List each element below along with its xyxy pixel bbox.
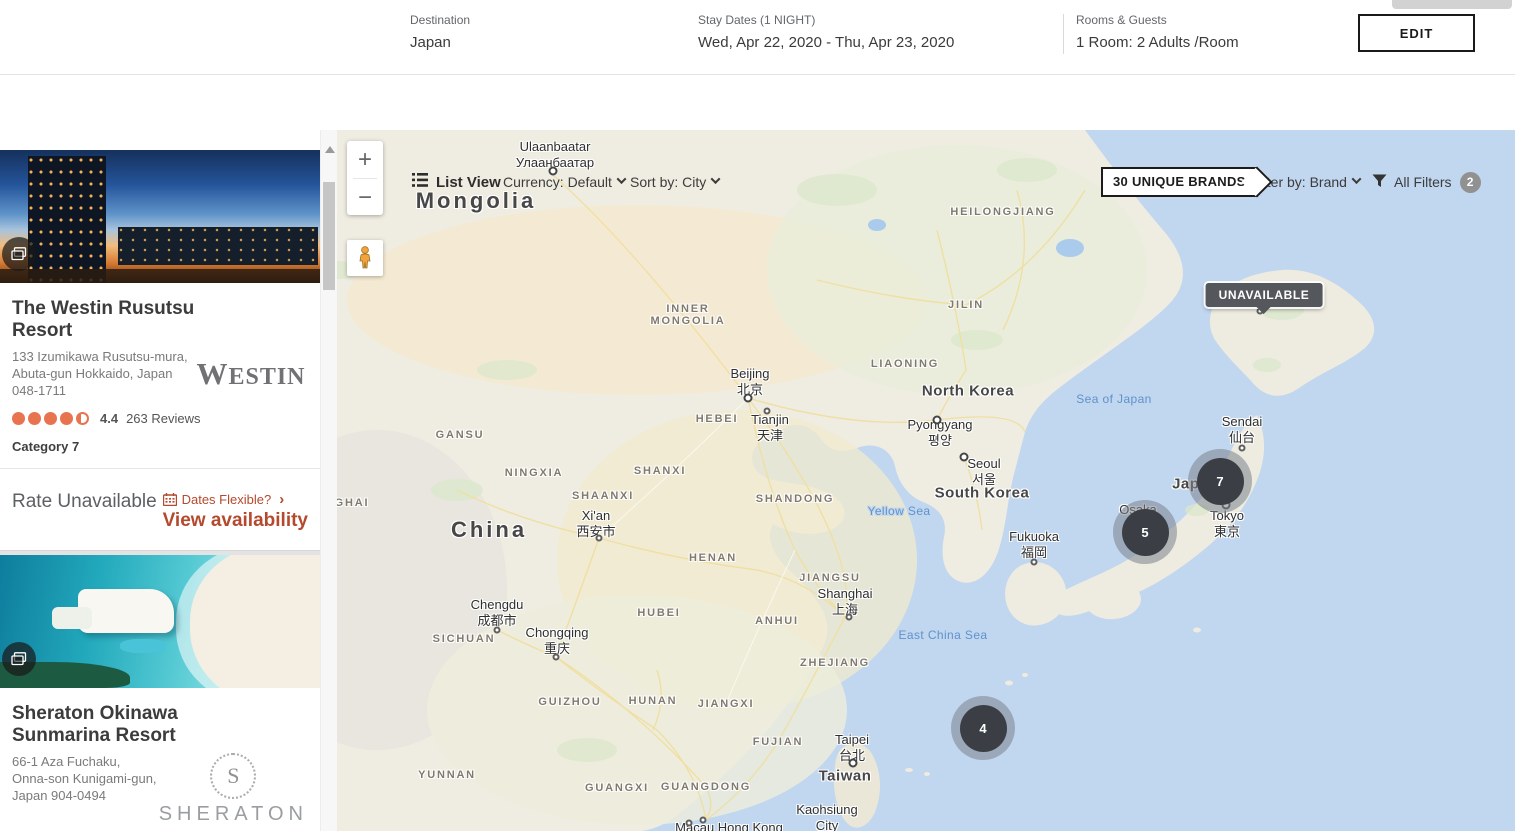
map-city-marker <box>744 394 753 403</box>
sheraton-emblem-icon: S <box>210 753 256 799</box>
zoom-in-button[interactable]: + <box>347 141 383 178</box>
photo-building <box>28 156 106 283</box>
cluster-count: 5 <box>1122 509 1169 556</box>
map-city-marker <box>700 817 707 824</box>
destination-value: Japan <box>410 34 470 51</box>
view-availability-link[interactable]: View availability <box>163 510 308 532</box>
sidebar-scrollbar[interactable] <box>320 130 337 831</box>
hotel-category: Category 7 <box>12 439 308 468</box>
rooms-guests-label: Rooms & Guests <box>1076 13 1239 27</box>
chevron-down-icon <box>1351 174 1361 184</box>
map-cluster-marker[interactable]: 5 <box>1113 500 1177 564</box>
active-filters-count-badge: 2 <box>1460 172 1481 193</box>
hotel-photo[interactable] <box>0 150 320 283</box>
destination-field: Destination Japan <box>410 13 470 51</box>
destination-label: Destination <box>410 13 470 27</box>
street-view-pegman-button[interactable] <box>347 240 383 276</box>
filter-funnel-icon <box>1372 174 1387 191</box>
rate-section: Rate Unavailable Dates Flexible? › View … <box>0 469 320 550</box>
photo-gallery-button[interactable] <box>2 237 36 271</box>
rating-value: 4.4 <box>100 411 118 426</box>
chevron-down-icon <box>711 174 721 184</box>
sheraton-wordmark: SHERATON <box>159 803 308 826</box>
results-toolbar: List View Currency: Default Sort by: Cit… <box>0 75 1515 130</box>
list-view-label: List View <box>436 174 501 191</box>
hotel-card-sheraton: Sheraton Okinawa Sunmarina Resort 66-1 A… <box>0 555 320 831</box>
scrollbar-thumb[interactable] <box>323 182 335 290</box>
photo-foreground <box>0 269 320 283</box>
rating-bubble <box>28 412 41 425</box>
map-city-marker <box>1031 559 1038 566</box>
cluster-count: 7 <box>1197 458 1244 505</box>
hotel-name[interactable]: Sheraton Okinawa Sunmarina Resort <box>12 703 242 747</box>
dates-flexible-link[interactable]: Dates Flexible? › <box>163 491 308 508</box>
stay-dates-field: Stay Dates (1 NIGHT) Wed, Apr 22, 2020 -… <box>698 13 954 51</box>
chevron-down-icon <box>616 174 626 184</box>
hotel-card-westin: The Westin Rusutsu Resort 133 Izumikawa … <box>0 150 320 550</box>
hotel-results-list: The Westin Rusutsu Resort 133 Izumikawa … <box>0 130 320 831</box>
map-cluster-marker[interactable]: 7 <box>1188 449 1252 513</box>
map-city-marker <box>846 614 853 621</box>
photo-beach <box>190 555 320 688</box>
sort-by-dropdown[interactable]: Sort by: City <box>630 170 719 194</box>
stay-dates-value: Wed, Apr 22, 2020 - Thu, Apr 23, 2020 <box>698 34 954 51</box>
map-city-marker <box>686 820 693 827</box>
scroll-up-arrow[interactable] <box>325 146 335 153</box>
currency-dropdown[interactable]: Currency: Default <box>503 170 625 194</box>
photo-building <box>118 227 318 265</box>
brand-logo-westin: WESTIN <box>194 348 308 399</box>
header-divider <box>1063 14 1064 54</box>
hotel-name[interactable]: The Westin Rusutsu Resort <box>12 298 242 342</box>
sort-by-label: Sort by: City <box>630 174 706 190</box>
map-zoom-control: + − <box>347 141 383 215</box>
rooms-guests-value: 1 Room: 2 Adults /Room <box>1076 34 1239 51</box>
reviews-link[interactable]: 263 Reviews <box>126 411 200 426</box>
cluster-count: 4 <box>960 705 1007 752</box>
map-cluster-marker[interactable]: 4 <box>951 696 1015 760</box>
edit-search-button[interactable]: EDIT <box>1358 14 1475 52</box>
brand-logo-sheraton: S SHERATON <box>159 753 308 826</box>
map-city-marker <box>553 654 560 661</box>
rating-bubble <box>44 412 57 425</box>
map-city-marker <box>494 627 501 634</box>
photo-building <box>78 589 174 633</box>
unavailable-tooltip: UNAVAILABLE <box>1206 283 1323 307</box>
map-city-marker <box>960 453 969 462</box>
rating-bubble-partial <box>76 412 89 425</box>
photo-gallery-button[interactable] <box>2 642 36 676</box>
zoom-out-button[interactable]: − <box>347 179 383 216</box>
map-city-marker <box>849 759 858 768</box>
rate-status: Rate Unavailable <box>12 491 157 532</box>
calendar-icon <box>163 493 177 506</box>
pegman-icon <box>357 246 373 270</box>
results-map[interactable]: Ulaanbaatar УлаанбаатарMongoliaHEILONGJI… <box>337 130 1515 831</box>
search-summary-header: Destination Japan Stay Dates (1 NIGHT) W… <box>0 0 1515 75</box>
photo-pool <box>120 639 166 653</box>
map-city-marker <box>1239 445 1246 452</box>
map-base-layer <box>337 130 1515 831</box>
map-city-marker <box>596 535 603 542</box>
all-filters-button[interactable]: All Filters 2 <box>1372 170 1481 194</box>
clipped-tooltip-top <box>1392 0 1512 9</box>
unique-brands-banner: 30 UNIQUE BRANDS <box>1101 167 1258 197</box>
rating-bubble <box>12 412 25 425</box>
gallery-icon <box>11 652 27 666</box>
gallery-icon <box>11 247 27 261</box>
stay-dates-label: Stay Dates (1 NIGHT) <box>698 13 954 27</box>
list-view-toggle[interactable]: List View <box>412 170 501 194</box>
map-city-marker <box>933 416 942 425</box>
hotel-address: 133 Izumikawa Rusutsu-mura, Abuta-gun Ho… <box>12 348 194 399</box>
hotel-address: 66-1 Aza Fuchaku, Onna-son Kunigami-gun,… <box>12 753 159 826</box>
hotel-rating: 4.4 263 Reviews <box>12 411 308 426</box>
currency-label: Currency: Default <box>503 174 612 190</box>
list-view-icon <box>412 173 428 191</box>
all-filters-label: All Filters <box>1394 174 1452 190</box>
dates-flexible-label: Dates Flexible? <box>182 492 272 507</box>
hotel-photo[interactable] <box>0 555 320 688</box>
map-city-marker <box>764 408 771 415</box>
chevron-right-icon: › <box>279 491 284 508</box>
rooms-guests-field: Rooms & Guests 1 Room: 2 Adults /Room <box>1076 13 1239 51</box>
hotel-search-page: Destination Japan Stay Dates (1 NIGHT) W… <box>0 0 1515 831</box>
rating-bubble <box>60 412 73 425</box>
